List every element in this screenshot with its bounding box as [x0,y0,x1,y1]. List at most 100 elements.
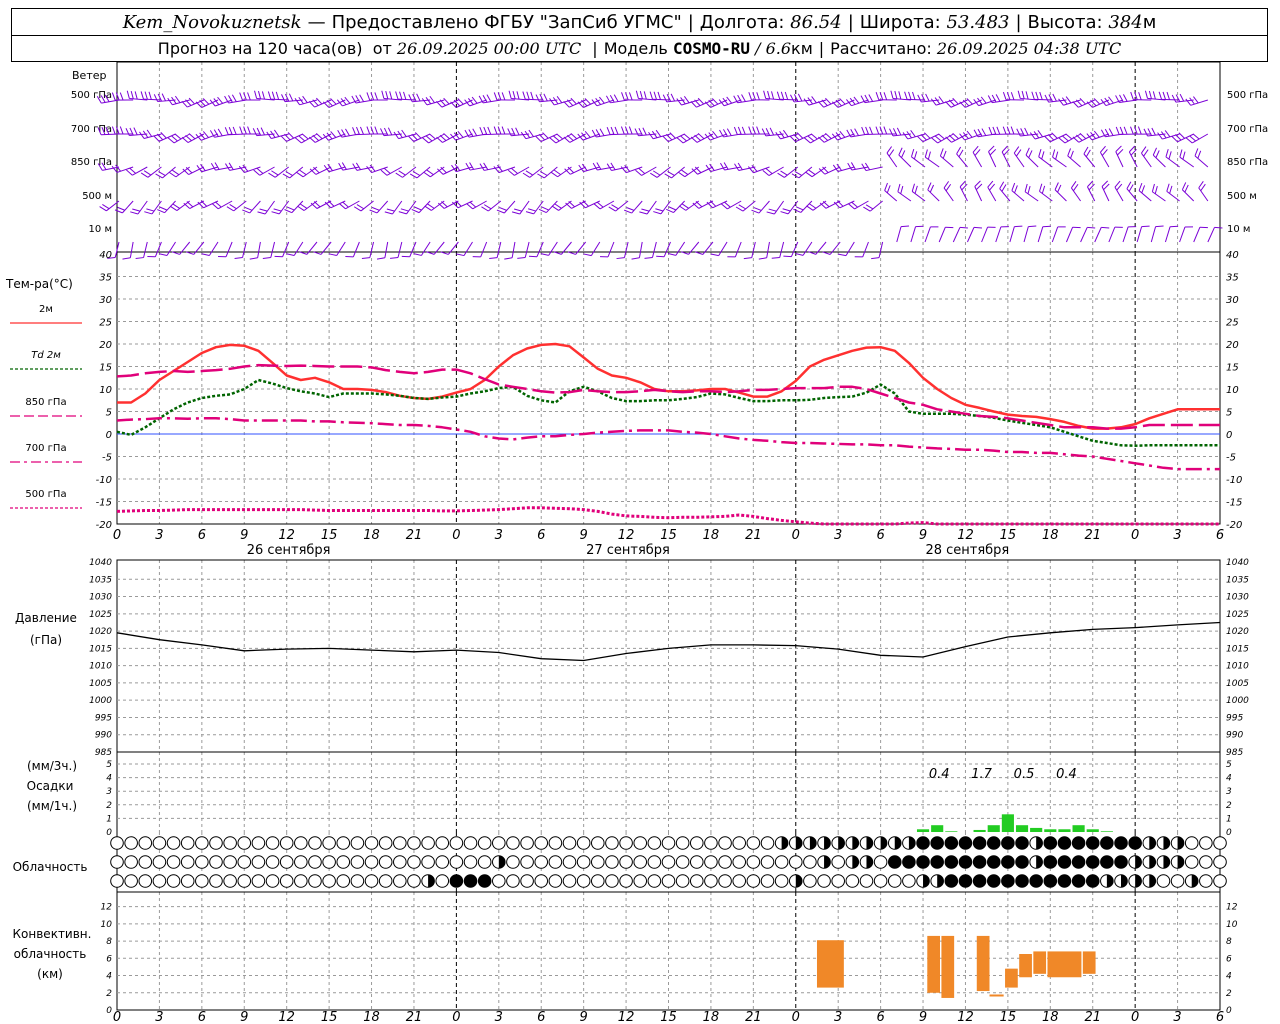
cloud-cell [1170,855,1185,869]
wind-barb-flag [726,96,733,104]
wind-barb-flag [777,172,785,178]
cloud-partial-fill [1106,874,1114,888]
wind-barb-flag [538,133,545,141]
wind-barb-flag [450,133,457,141]
cloud-circle [124,874,138,888]
cloud-cell [718,836,732,850]
cloud-circle [110,874,124,888]
wind-barb-flag [183,202,191,209]
cloud-cell [972,836,987,850]
cloud-cell [845,836,860,850]
wind-barb-flag [766,211,775,215]
precip-bar [1044,829,1057,832]
wind-barb-flag [1128,184,1134,192]
wind-barb-flag [159,253,168,256]
wind-barb-flag [1002,91,1007,100]
cloud-circle [958,836,973,850]
wind-barb-flag [1130,91,1134,100]
wind-barb-flag [610,126,615,135]
cloud-circle [1057,836,1072,850]
wind-barb-staff [1152,154,1166,168]
wind-barb [1152,147,1166,168]
wind-barb-flag [535,135,542,142]
wind-barb-flag [638,168,646,174]
wind-barb-flag [733,126,738,135]
wind-barb-flag [1052,93,1057,102]
wind-barb-flag [376,257,385,260]
wind-barb-flag [780,211,789,215]
cloud-cell [562,836,577,850]
wind-barb-flag [1157,132,1163,140]
wind-barb [464,128,487,138]
cloud-cell [859,855,874,869]
cloud-cell [449,836,464,850]
wind-barb-flag [456,253,465,257]
wind-barb-flag [158,171,166,176]
cloud-circle [972,855,987,869]
wind-barb-flag [148,91,152,100]
wind-barb-staff [524,241,530,258]
wind-barb-staff [943,187,954,202]
wind-barb-flag [393,131,399,139]
wind-barb-flag [680,135,687,142]
wind-barb [181,133,205,143]
hour-tick-label: 0 [792,528,800,543]
cloud-circle [209,836,223,850]
wind-barb [898,147,912,168]
wind-barb-flag [803,98,810,106]
temp-axis-label: 35 [99,273,112,284]
cloud-circle [110,855,124,869]
wind-barb-flag [825,97,832,105]
cloud-cell [322,855,336,869]
wind-barb [1037,225,1051,243]
wind-barb-flag [897,183,901,192]
wind-barb [952,226,968,243]
hour-bottom-tick-label: 3 [155,1010,163,1024]
wind-barb-flag [628,126,633,135]
pressure-axis-label: 1030 [89,593,112,603]
cloud-cell [803,836,817,850]
hour-tick-label: 6 [1216,528,1224,543]
wind-barb-flag [916,135,924,143]
cloud-circle [506,836,520,850]
precip-axis-label-right: 3 [1226,787,1232,797]
hour-bottom-tick-label: 0 [113,1010,121,1024]
pressure-axis-label-right: 1010 [1226,662,1249,672]
cloud-cell [958,855,973,869]
cloud-partial-fill [1121,874,1128,888]
wind-barb [99,200,120,212]
cloud-cell [223,836,237,850]
wind-barb-flag [1181,182,1187,190]
wind-barb-flag [748,92,752,100]
wind-barb-flag [861,126,866,135]
cloud-circle [760,855,775,869]
cloud-circle [590,836,605,850]
wind-barb-staff [1152,191,1166,202]
wind-barb-flag [1001,145,1008,153]
cloud-circle [195,855,209,869]
wind-barb-staff [896,226,902,243]
cloud-cell [562,855,577,869]
wind-barb-flag [525,170,534,176]
hour-bottom-tick-label: 9 [240,1010,248,1024]
wind-barb-flag [726,128,732,136]
wind-barb-flag [395,172,403,178]
wind-barb [1054,182,1067,202]
wind-barb-flag [260,127,265,136]
wind-barb-flag [359,94,365,102]
precip-axis-label-right: 0 [1226,828,1232,838]
wind-barb [186,241,205,255]
wind-barb-flag [1044,94,1050,103]
wind-barb-flag [281,94,286,102]
wind-barb [667,241,686,256]
wind-barb-flag [883,126,888,135]
wind-barb-flag [871,257,880,260]
cloud-circle [675,855,690,869]
cloud-cell [732,874,747,888]
cloud-circle [506,855,520,869]
wind-barb-flag [697,132,705,140]
hour-tick-label: 6 [537,528,545,543]
wind-barb-flag [676,137,684,144]
wind-barb [1017,90,1039,101]
cloud-circle [421,855,435,869]
